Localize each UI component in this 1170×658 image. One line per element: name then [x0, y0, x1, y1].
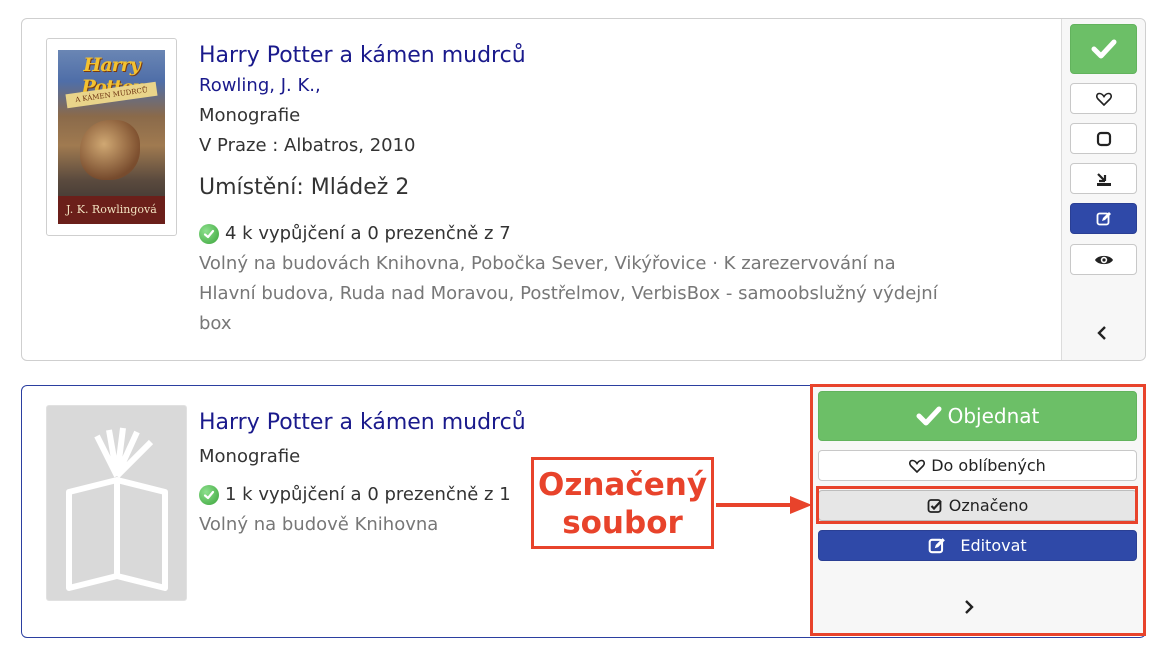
cover-author-text: J. K. Rowlingová: [58, 196, 165, 224]
eye-icon: [1094, 255, 1113, 264]
cover-illustration: [80, 120, 140, 180]
record-author-link[interactable]: Rowling, J. K.,: [199, 71, 939, 101]
record-type: Monografie: [199, 105, 301, 126]
chevron-left-icon[interactable]: [1096, 322, 1108, 347]
annotation-arrow-icon: [716, 496, 812, 514]
book-cover[interactable]: Harry Potter A KÁMEN MUDRCŮ J. K. Rowlin…: [46, 38, 177, 236]
action-sidebar-collapsed: [1061, 19, 1145, 360]
book-icon: [66, 427, 168, 591]
branches-text: Volný na budovách Knihovna, Pobočka Seve…: [199, 253, 938, 334]
checkbox-empty-icon: [1096, 131, 1111, 146]
annotation-label: Označený soubor: [531, 457, 714, 549]
available-check-icon: [199, 224, 219, 244]
edit-button[interactable]: [1070, 203, 1137, 234]
check-icon: [1091, 39, 1116, 59]
record-location: Umístění: Mládež 2: [199, 175, 410, 200]
record-title-link[interactable]: Harry Potter a kámen mudrců: [199, 41, 939, 71]
mark-button[interactable]: [1070, 123, 1137, 154]
preview-button[interactable]: [1070, 244, 1137, 275]
availability-row: 4 k vypůjčení a 0 prezenčně z 7: [199, 219, 939, 249]
available-check-icon: [199, 485, 219, 505]
order-button[interactable]: [1070, 24, 1137, 74]
record-card: Harry Potter A KÁMEN MUDRCŮ J. K. Rowlin…: [21, 18, 1146, 361]
annotation-highlight-marked: [816, 486, 1138, 524]
book-cover-placeholder[interactable]: [46, 405, 187, 601]
book-cover-image: Harry Potter A KÁMEN MUDRCŮ J. K. Rowlin…: [58, 50, 165, 224]
annotation-label-line2: soubor: [562, 505, 683, 541]
download-icon: [1096, 172, 1111, 186]
record-info: Harry Potter a kámen mudrců Rowling, J. …: [199, 41, 939, 339]
annotation-label-line1: Označený: [537, 467, 708, 503]
heart-icon: [1095, 92, 1112, 106]
record-publication: V Praze : Albatros, 2010: [199, 135, 416, 156]
reserve-button[interactable]: [1070, 163, 1137, 194]
availability-text: 4 k vypůjčení a 0 prezenčně z 7: [225, 223, 511, 244]
availability-text: 1 k vypůjčení a 0 prezenčně z 1: [225, 484, 511, 505]
favorite-button[interactable]: [1070, 83, 1137, 114]
edit-icon: [1096, 211, 1111, 225]
